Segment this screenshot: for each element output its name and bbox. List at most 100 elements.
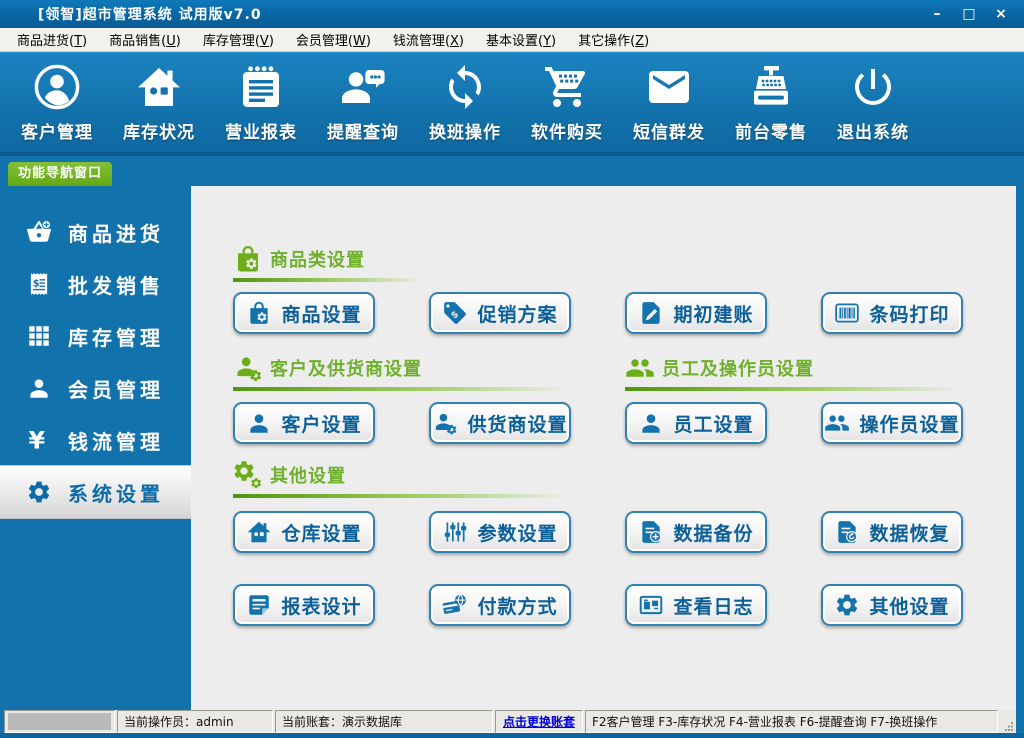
tile-button-label: 操作员设置 [859, 410, 959, 437]
menu-item-misc[interactable]: 其它操作(Z) [567, 30, 660, 49]
window-controls: – □ × [924, 4, 1024, 24]
cart-icon [543, 63, 591, 111]
tile-button-label: 数据恢复 [869, 519, 949, 546]
grid-icon [26, 323, 52, 349]
doc-pen-icon [638, 300, 664, 326]
bag-gear-icon [233, 244, 263, 274]
tile-button-label: 报表设计 [281, 592, 361, 619]
payment-method-button[interactable]: 付款方式 [429, 584, 571, 626]
switch-account-link[interactable]: 点击更换账套 [503, 713, 575, 730]
doc-restore-icon [834, 519, 860, 545]
people-icon [625, 353, 655, 383]
toolbar-button-label: 客户管理 [21, 118, 93, 143]
tile-button-label: 客户设置 [281, 410, 361, 437]
toolbar: 客户管理 库存状况营业报表提醒查询 换班操作软件购买短信群发前台零售退出系统 [0, 52, 1024, 156]
toolbar-software-purchase-button[interactable]: 软件购买 [516, 53, 618, 152]
product-settings-button[interactable]: 商品设置 [233, 292, 375, 334]
person-icon [246, 410, 272, 436]
warehouse-settings-button[interactable]: 仓库设置 [233, 511, 375, 553]
operator-settings-button[interactable]: 操作员设置 [821, 402, 963, 444]
gears-icon [233, 460, 263, 490]
barcode-icon [834, 300, 860, 326]
status-switch-account-panel: 点击更换账套 [495, 710, 583, 733]
price-tag-icon: $ [442, 300, 468, 326]
status-meter [8, 713, 111, 730]
gear-icon [834, 592, 860, 618]
employee-settings-button[interactable]: 员工设置 [625, 402, 767, 444]
supplier-settings-button[interactable]: 供货商设置 [429, 402, 571, 444]
menu-item-sales[interactable]: 商品销售(U) [98, 30, 192, 49]
sidebar-item-goods-purchase[interactable]: 商品进货 [0, 206, 191, 258]
barcode-print-button[interactable]: 条码打印 [821, 292, 963, 334]
toolbar-business-reports-button[interactable]: 营业报表 [210, 53, 312, 152]
data-backup-button[interactable]: 数据备份 [625, 511, 767, 553]
toolbar-button-label: 库存状况 [123, 118, 195, 143]
toolbar-reminder-query-button[interactable]: 提醒查询 [312, 53, 414, 152]
other-settings-button[interactable]: 其他设置 [821, 584, 963, 626]
menu-item-settings[interactable]: 基本设置(Y) [475, 30, 567, 49]
status-shortcuts: F2客户管理 F3-库存状况 F4-营业报表 F6-提醒查询 F7-换班操作 [585, 710, 998, 733]
view-logs-button[interactable]: 查看日志 [625, 584, 767, 626]
status-account: 当前账套：演示数据库 [275, 710, 493, 733]
parameter-settings-button[interactable]: 参数设置 [429, 511, 571, 553]
section-title: 客户及供货商设置 [270, 355, 422, 381]
menu-item-cashflow[interactable]: 钱流管理(X) [382, 30, 475, 49]
close-button[interactable]: × [988, 4, 1014, 24]
person-icon [26, 375, 52, 401]
menu-item-purchase[interactable]: 商品进货(T) [6, 30, 98, 49]
menu-bar: 商品进货(T)商品销售(U)库存管理(V)会员管理(W)钱流管理(X)基本设置(… [0, 28, 1024, 52]
customer-settings-button[interactable]: 客户设置 [233, 402, 375, 444]
toolbar-exit-system-button[interactable]: 退出系统 [822, 53, 924, 152]
toolbar-button-label: 提醒查询 [327, 118, 399, 143]
sliders-icon [442, 519, 468, 545]
sidebar: 商品进货$批发销售库存管理会员管理 ¥钱流管理系统设置 [0, 186, 191, 710]
tile-button-label: 促销方案 [477, 300, 557, 327]
button-row: 客户设置 供货商设置 员工设置 操作员设置 [233, 402, 1016, 444]
bag-gear-icon [246, 300, 272, 326]
toolbar-shift-change-button[interactable]: 换班操作 [414, 53, 516, 152]
sidebar-item-label: 会员管理 [68, 374, 164, 403]
sidebar-item-wholesale-sales[interactable]: $批发销售 [0, 258, 191, 310]
tile-button-label: 期初建账 [673, 300, 753, 327]
nav-tab-function-navigation[interactable]: 功能导航窗口 [8, 162, 112, 186]
content-panel: 商品类设置商品设置 $ 促销方案 期初建账 条码打印客户及供货商设置 员工及操作员设置客户… [191, 186, 1016, 710]
app-window: [领智]超市管理系统 试用版v7.0 – □ × 商品进货(T)商品销售(U)库… [0, 0, 1024, 738]
log-windows-icon [638, 592, 664, 618]
maximize-button[interactable]: □ [956, 4, 982, 24]
status-meter-panel [4, 710, 115, 733]
resize-grip-icon[interactable] [1000, 710, 1016, 733]
toolbar-button-label: 短信群发 [633, 118, 705, 143]
minimize-button[interactable]: – [924, 4, 950, 24]
toolbar-pos-retail-button[interactable]: 前台零售 [720, 53, 822, 152]
section-title: 员工及操作员设置 [662, 355, 814, 381]
sidebar-item-member-management[interactable]: 会员管理 [0, 362, 191, 414]
main-row: 商品进货$批发销售库存管理会员管理 ¥钱流管理系统设置 商品类设置商品设置 $ 促销方… [0, 186, 1024, 710]
envelope-icon [645, 63, 693, 111]
doc-plus-icon [638, 519, 664, 545]
section-header-customer-supplier-settings: 客户及供货商设置 [233, 353, 625, 393]
sidebar-item-label: 系统设置 [68, 478, 164, 507]
tile-button-label: 查看日志 [673, 592, 753, 619]
notepad-icon [237, 63, 285, 111]
menu-item-member[interactable]: 会员管理(W) [285, 30, 382, 49]
toolbar-button-label: 换班操作 [429, 118, 501, 143]
sidebar-item-cashflow-management[interactable]: ¥钱流管理 [0, 414, 191, 466]
report-design-button[interactable]: 报表设计 [233, 584, 375, 626]
tile-button-label: 员工设置 [673, 410, 753, 437]
window-title: [领智]超市管理系统 试用版v7.0 [38, 4, 262, 24]
initial-accounts-button[interactable]: 期初建账 [625, 292, 767, 334]
toolbar-customer-management-button[interactable]: 客户管理 [6, 53, 108, 152]
promotion-plan-button[interactable]: $ 促销方案 [429, 292, 571, 334]
receipt-dollar-icon: $ [26, 271, 52, 297]
cash-register-icon [747, 63, 795, 111]
section-header-product-category-settings: 商品类设置 [233, 244, 625, 284]
menu-item-inventory[interactable]: 库存管理(V) [192, 30, 285, 49]
toolbar-stock-status-button[interactable]: 库存状况 [108, 53, 210, 152]
data-restore-button[interactable]: 数据恢复 [821, 511, 963, 553]
sidebar-item-inventory-management[interactable]: 库存管理 [0, 310, 191, 362]
sidebar-item-system-settings[interactable]: 系统设置 [0, 466, 191, 518]
tile-button-label: 商品设置 [281, 300, 361, 327]
toolbar-sms-broadcast-button[interactable]: 短信群发 [618, 53, 720, 152]
tile-button-label: 仓库设置 [281, 519, 361, 546]
nav-strip: 功能导航窗口 [0, 156, 1024, 186]
